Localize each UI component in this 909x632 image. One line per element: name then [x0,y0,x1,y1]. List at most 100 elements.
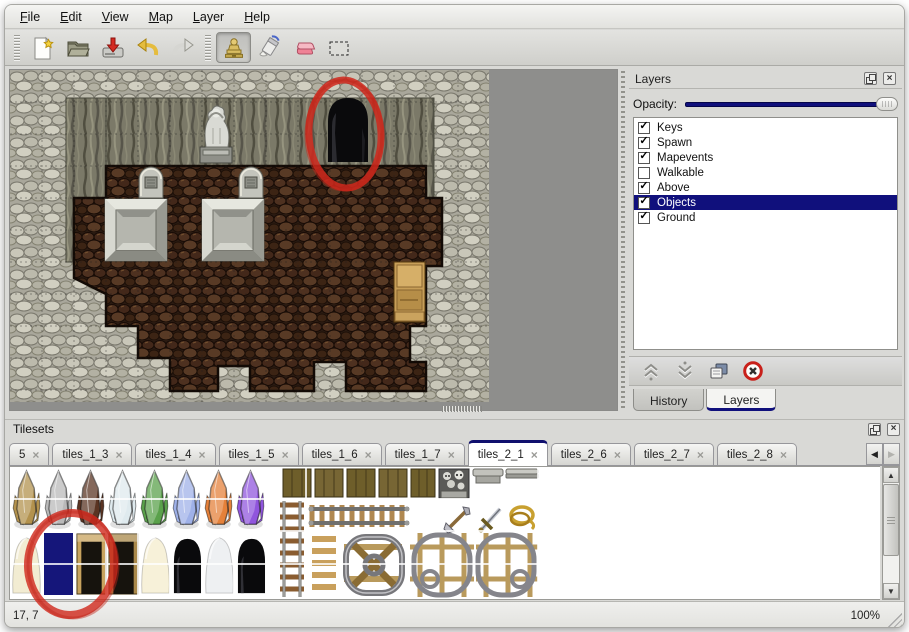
duplicate-icon [708,360,730,382]
tilesets-header: Tilesets × [9,420,900,438]
save-icon [100,35,126,61]
tile-shovel[interactable] [444,507,470,533]
tab-layers[interactable]: Layers [706,389,776,411]
status-bar: 17, 7 100% [5,601,904,628]
layer-row[interactable]: ✓ Spawn [634,135,897,150]
menu-layer[interactable]: Layer [193,10,224,24]
layer-row[interactable]: ✓ Ground [634,210,897,225]
tileset-tab[interactable]: tiles_1_3× [52,443,132,465]
fill-tool-button[interactable] [251,32,286,63]
menu-map[interactable]: Map [149,10,173,24]
tilesets-title: Tilesets [9,422,862,436]
tile-pale-mound[interactable] [13,538,41,593]
tab-close-icon[interactable]: × [697,448,704,462]
tab-close-icon[interactable]: × [448,448,455,462]
tileset-tab[interactable]: tiles_1_7× [385,443,465,465]
tab-close-icon[interactable]: × [365,448,372,462]
tileset-tab[interactable]: tiles_2_6× [551,443,631,465]
delete-layer-button[interactable] [741,359,765,383]
close-panel-button[interactable]: × [887,423,900,436]
layer-row[interactable]: ✓ Walkable [634,165,897,180]
resize-grip[interactable] [888,613,902,627]
float-panel-button[interactable] [868,423,881,436]
tab-close-icon[interactable]: × [282,448,289,462]
dock-splitter-grip[interactable] [621,71,625,409]
tile-rail-vertical[interactable] [278,501,304,597]
scrollbar-thumb[interactable] [883,484,899,556]
tile-cave-opening[interactable] [238,539,265,593]
undo-button[interactable] [130,32,165,63]
eraser-tool-button[interactable] [286,32,321,63]
save-map-button[interactable] [95,32,130,63]
tile-rope-coil[interactable] [511,507,534,529]
tileset-tab[interactable]: tiles_1_4× [135,443,215,465]
tileset-tab[interactable]: tiles_2_7× [634,443,714,465]
close-panel-button[interactable]: × [883,72,896,85]
menu-file[interactable]: File [20,10,40,24]
new-map-button[interactable] [25,32,60,63]
layer-row[interactable]: ✓ Mapevents [634,150,897,165]
layer-visibility-checkbox[interactable]: ✓ [638,152,650,164]
opacity-slider[interactable] [685,96,898,112]
layer-row[interactable]: ✓ Objects [634,195,897,210]
tile-stone-ledge[interactable] [506,469,538,478]
tileset-tab[interactable]: tiles_1_5× [219,443,299,465]
map-canvas-panel[interactable] [9,69,618,411]
stone-block-sprite [105,199,167,261]
tab-close-icon[interactable]: × [32,448,39,462]
layer-row[interactable]: ✓ Above [634,180,897,195]
layer-visibility-checkbox[interactable]: ✓ [638,167,650,179]
dock-tab-bar: History Layers [633,389,778,411]
open-map-button[interactable] [60,32,95,63]
layer-visibility-checkbox[interactable]: ✓ [638,182,650,194]
opacity-slider-handle[interactable] [876,97,898,111]
toolbar-grip[interactable] [14,35,20,61]
tab-close-icon[interactable]: × [780,448,787,462]
tab-close-icon[interactable]: × [531,448,538,462]
raise-layer-button[interactable] [639,359,663,383]
chevrons-up-icon [640,360,662,382]
opacity-slider-track[interactable] [685,102,896,107]
stamp-tool-icon [221,35,247,61]
tab-close-icon[interactable]: × [115,448,122,462]
tile-snow-mound[interactable] [206,538,234,593]
map-canvas[interactable] [10,70,617,410]
tileset-tab[interactable]: 5× [9,443,49,465]
stamp-tool-button[interactable] [216,32,251,63]
tab-history[interactable]: History [633,389,704,411]
tab-close-icon[interactable]: × [199,448,206,462]
tileset-canvas[interactable] [10,467,880,599]
layer-visibility-checkbox[interactable]: ✓ [638,122,650,134]
toolbar-grip[interactable] [205,35,211,61]
scroll-tabs-left-button[interactable]: ◀ [866,443,883,465]
tile-glow-mound[interactable] [142,538,170,593]
tile-cave-opening[interactable] [174,539,201,593]
tileset-canvas-area[interactable] [9,466,880,600]
lower-layer-button[interactable] [673,359,697,383]
layer-visibility-checkbox[interactable]: ✓ [638,137,650,149]
tileset-scrollbar[interactable]: ▲ ▼ [882,466,900,600]
tileset-tab[interactable]: tiles_1_6× [302,443,382,465]
tile-rail-horizontal[interactable] [309,505,410,527]
menu-help[interactable]: Help [244,10,270,24]
scroll-up-button[interactable]: ▲ [883,467,899,483]
menu-view[interactable]: View [102,10,129,24]
tileset-tab[interactable]: tiles_2_8× [717,443,797,465]
redo-arrow-icon [170,35,196,61]
select-tool-button[interactable] [321,32,356,63]
tileset-tab-active[interactable]: tiles_2_1× [468,440,548,466]
layer-row[interactable]: ✓ Keys [634,120,897,135]
layer-visibility-checkbox[interactable]: ✓ [638,197,650,209]
redo-button[interactable] [165,32,200,63]
scroll-down-button[interactable]: ▼ [883,583,899,599]
tab-close-icon[interactable]: × [614,448,621,462]
map-splitter-grip[interactable] [442,406,482,412]
layer-visibility-checkbox[interactable]: ✓ [638,212,650,224]
scroll-tabs-right-button[interactable]: ▶ [883,443,900,465]
duplicate-layer-button[interactable] [707,359,731,383]
tile-sword[interactable] [479,509,501,533]
tile-skull-pillar[interactable] [439,469,469,498]
float-panel-button[interactable] [864,72,877,85]
menu-edit[interactable]: Edit [60,10,82,24]
tile-column-capital[interactable] [473,469,503,483]
